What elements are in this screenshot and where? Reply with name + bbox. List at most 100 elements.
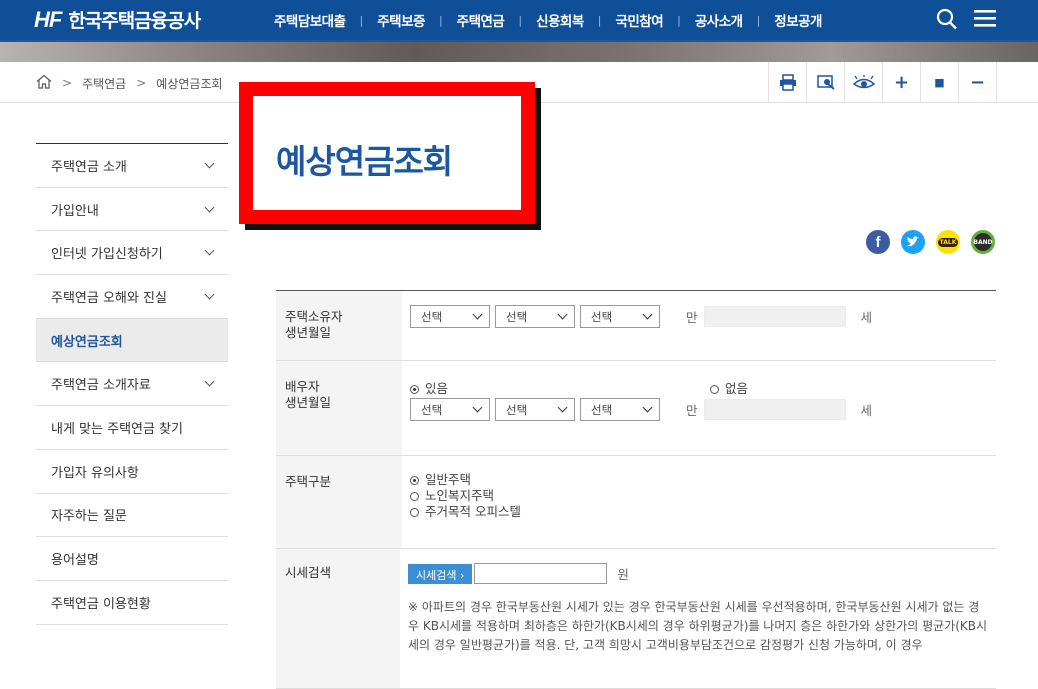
print-icon xyxy=(779,74,796,91)
screen-view-icon xyxy=(816,75,835,90)
band-icon[interactable]: BAND xyxy=(971,230,995,254)
price-unit: 원 xyxy=(617,567,629,582)
age-unit: 세 xyxy=(860,310,872,325)
sidebar-item-label: 주택연금 오해와 진실 xyxy=(51,290,167,306)
logo-mark: HF xyxy=(34,6,62,32)
home-icon[interactable] xyxy=(36,74,52,92)
sidebar-item-label: 자주하는 질문 xyxy=(51,509,127,525)
zoom-reset-button[interactable]: ■ xyxy=(921,62,959,103)
price-search-button[interactable]: 시세검색 › xyxy=(408,563,473,584)
sidebar-item-estimate[interactable]: 예상연금조회 xyxy=(36,318,228,363)
house-type-option-general[interactable]: 일반주택 xyxy=(410,472,988,488)
form-row-house-type: 주택구분 일반주택 노인복지주택 주거목적 오피스텔 xyxy=(276,456,996,549)
breadcrumb-item[interactable]: 예상연금조회 xyxy=(156,75,222,92)
age-unit: 세 xyxy=(860,403,872,418)
nav-item-about[interactable]: 공사소개 xyxy=(681,10,757,30)
sidebar: 주택연금 소개 가입안내 인터넷 가입신청하기 주택연금 오해와 진실 예상연금… xyxy=(36,143,228,625)
chevron-down-icon xyxy=(204,158,215,169)
kakaotalk-label: TALK xyxy=(937,237,959,247)
radio-icon xyxy=(710,385,719,394)
form-row-price: 시세검색 시세검색 › 원 ※ 아파트의 경우 한국부동산원 시세가 있는 경우… xyxy=(276,549,996,689)
radio-icon xyxy=(410,476,419,485)
owner-age-field xyxy=(704,306,847,327)
price-search-label: 시세검색 xyxy=(276,549,400,688)
top-header: HF 한국주택금융공사 주택담보대출 | 주택보증 | 주택연금 | 신용회복 … xyxy=(0,0,1038,40)
nav-item-participation[interactable]: 국민참여 xyxy=(601,10,677,30)
sidebar-item-faq[interactable]: 자주하는 질문 xyxy=(36,494,228,538)
sidebar-item-label: 주택연금 소개자료 xyxy=(51,378,151,394)
radio-icon xyxy=(410,492,419,501)
radio-label: 일반주택 xyxy=(425,472,472,487)
sidebar-item-find-pension[interactable]: 내게 맞는 주택연금 찾기 xyxy=(36,406,228,450)
sidebar-item-glossary[interactable]: 용어설명 xyxy=(36,537,228,581)
breadcrumb-separator: > xyxy=(62,76,73,90)
share-buttons: f TALK BAND xyxy=(866,230,1006,254)
estimate-form: 주택소유자 생년월일 선택 선택 선택 만 세 배우자 생년월일 있음 없음 선택 선택 선… xyxy=(276,290,996,689)
eye-icon xyxy=(852,74,875,88)
zoom-in-button[interactable]: + xyxy=(883,62,921,103)
band-label: BAND xyxy=(973,238,993,246)
age-prefix: 만 xyxy=(685,310,698,325)
sidebar-item-join-guide[interactable]: 가입안내 xyxy=(36,188,228,232)
sidebar-item-label: 가입안내 xyxy=(51,203,99,219)
owner-year-select[interactable]: 선택 xyxy=(410,305,490,328)
spouse-age-field xyxy=(704,399,847,420)
sidebar-item-label: 주택연금 소개 xyxy=(51,159,127,175)
print-button[interactable] xyxy=(769,62,807,103)
spouse-yes-radio[interactable]: 있음 xyxy=(410,381,448,396)
owner-month-select[interactable]: 선택 xyxy=(495,305,575,328)
sidebar-item-label: 인터넷 가입신청하기 xyxy=(51,247,163,263)
chevron-down-icon xyxy=(204,289,215,300)
nav-item-mortgage[interactable]: 주택담보대출 xyxy=(260,10,360,30)
radio-icon xyxy=(410,385,419,394)
sidebar-item-label: 예상연금조회 xyxy=(51,334,123,350)
form-row-owner: 주택소유자 생년월일 선택 선택 선택 만 세 xyxy=(276,291,996,361)
zoom-out-button[interactable]: − xyxy=(959,62,997,103)
sidebar-item-label: 가입자 유의사항 xyxy=(51,465,139,481)
menu-icon[interactable] xyxy=(973,7,997,35)
nav-item-disclosure[interactable]: 정보공개 xyxy=(760,10,836,30)
search-icon[interactable] xyxy=(936,7,958,35)
radio-label: 있음 xyxy=(425,381,449,396)
main-nav: 주택담보대출 | 주택보증 | 주택연금 | 신용회복 | 국민참여 | 공사소… xyxy=(260,0,836,40)
sidebar-item-myth-truth[interactable]: 주택연금 오해와 진실 xyxy=(36,275,228,319)
owner-day-select[interactable]: 선택 xyxy=(580,305,660,328)
sidebar-item-usage-status[interactable]: 주택연금 이용현황 xyxy=(36,581,228,625)
page-title-box: 예상연금조회 xyxy=(239,82,535,224)
spouse-no-radio[interactable]: 없음 xyxy=(710,381,748,396)
spouse-month-select[interactable]: 선택 xyxy=(495,398,575,421)
nav-item-guarantee[interactable]: 주택보증 xyxy=(363,10,439,30)
chevron-down-icon xyxy=(204,202,215,212)
kakaotalk-icon[interactable]: TALK xyxy=(936,230,960,254)
sidebar-item-notices[interactable]: 가입자 유의사항 xyxy=(36,450,228,494)
spouse-year-select[interactable]: 선택 xyxy=(410,398,490,421)
radio-label: 노인복지주택 xyxy=(425,488,495,503)
owner-birth-label: 주택소유자 생년월일 xyxy=(276,291,402,360)
radio-icon xyxy=(410,508,419,517)
accessibility-view-button[interactable] xyxy=(845,62,883,103)
chevron-down-icon xyxy=(204,376,215,387)
hero-banner xyxy=(0,40,1038,62)
radio-label: 없음 xyxy=(725,381,749,396)
nav-item-credit[interactable]: 신용회복 xyxy=(522,10,598,30)
breadcrumb-item[interactable]: 주택연금 xyxy=(82,75,126,92)
house-type-label: 주택구분 xyxy=(276,456,402,548)
form-row-spouse: 배우자 생년월일 있음 없음 선택 선택 선택 만 세 xyxy=(276,361,996,456)
house-type-option-senior[interactable]: 노인복지주택 xyxy=(410,488,988,504)
twitter-icon[interactable] xyxy=(901,230,925,254)
nav-item-pension[interactable]: 주택연금 xyxy=(443,10,519,30)
facebook-icon[interactable]: f xyxy=(866,230,890,254)
breadcrumb: > 주택연금 > 예상연금조회 xyxy=(36,74,223,92)
house-type-option-officetel[interactable]: 주거목적 오피스텔 xyxy=(410,504,988,520)
sidebar-item-online-apply[interactable]: 인터넷 가입신청하기 xyxy=(36,231,228,276)
sidebar-item-label: 내게 맞는 주택연금 찾기 xyxy=(51,421,183,437)
spouse-birth-label: 배우자 생년월일 xyxy=(276,361,402,455)
sidebar-item-pension-intro[interactable]: 주택연금 소개 xyxy=(36,144,228,188)
breadcrumb-separator: > xyxy=(136,76,147,90)
view-button[interactable] xyxy=(807,62,845,103)
site-logo[interactable]: HF 한국주택금융공사 xyxy=(34,6,201,33)
price-input[interactable] xyxy=(474,563,608,584)
price-note: ※ 아파트의 경우 한국부동산원 시세가 있는 경우 한국부동산원 시세를 우선… xyxy=(408,600,988,652)
sidebar-item-materials[interactable]: 주택연금 소개자료 xyxy=(36,362,228,407)
spouse-day-select[interactable]: 선택 xyxy=(580,398,660,421)
